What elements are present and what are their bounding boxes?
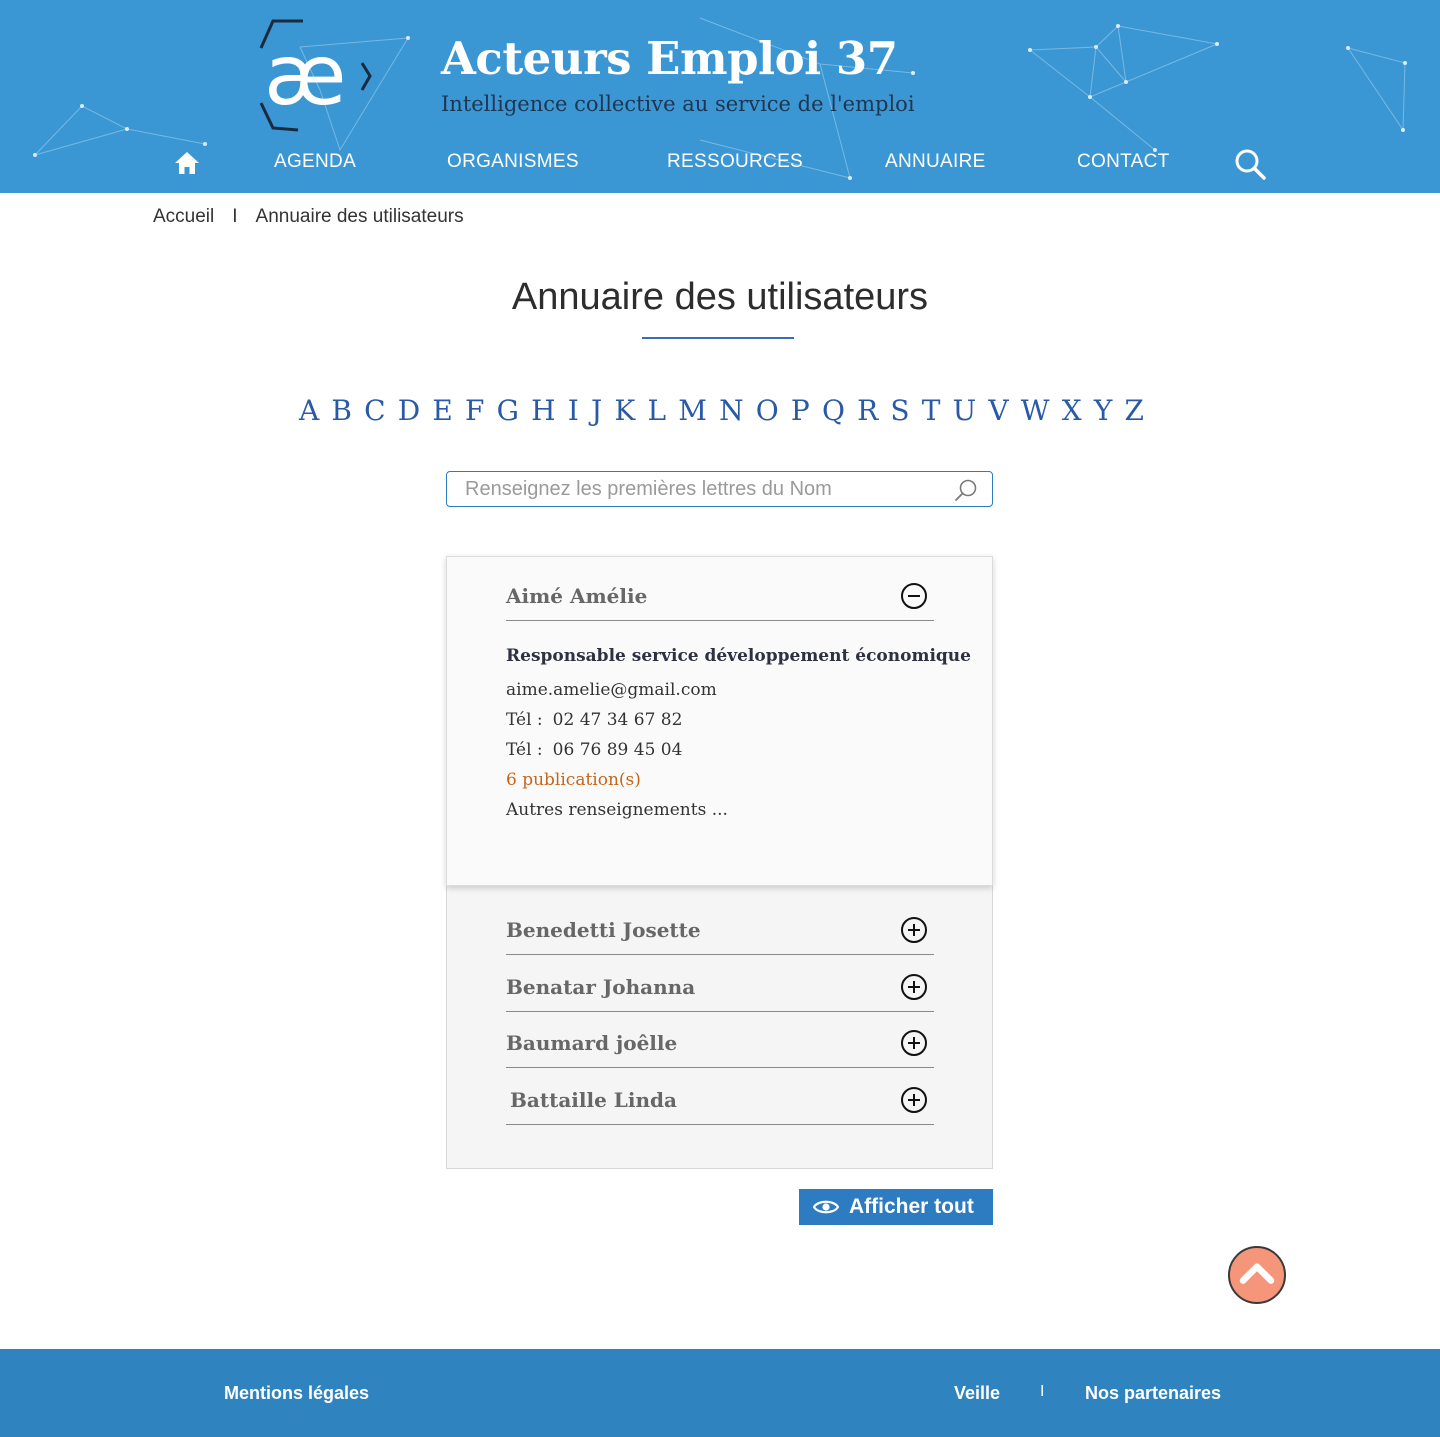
search-icon[interactable] bbox=[1234, 148, 1266, 180]
expand-icon[interactable] bbox=[900, 1086, 928, 1114]
letter-d[interactable]: D bbox=[398, 394, 420, 434]
nav-item-contact[interactable]: CONTACT bbox=[1077, 151, 1170, 173]
site-title[interactable]: Acteurs Emploi 37 bbox=[441, 32, 898, 85]
letter-a[interactable]: A bbox=[299, 394, 319, 434]
letter-i[interactable]: I bbox=[568, 394, 579, 434]
letter-k[interactable]: K bbox=[614, 394, 635, 434]
home-icon[interactable] bbox=[174, 150, 200, 176]
letter-v[interactable]: V bbox=[988, 394, 1008, 434]
row-divider bbox=[506, 1124, 934, 1125]
letter-p[interactable]: P bbox=[791, 394, 810, 434]
nav-item-annuaire[interactable]: ANNUAIRE bbox=[885, 151, 986, 173]
letter-z[interactable]: Z bbox=[1124, 394, 1143, 434]
more-info-link[interactable]: Autres renseignements ... bbox=[506, 800, 728, 820]
letter-b[interactable]: B bbox=[331, 394, 352, 434]
letter-u[interactable]: U bbox=[953, 394, 977, 434]
publications-link[interactable]: 6 publication(s) bbox=[506, 770, 641, 790]
scroll-to-top-button[interactable] bbox=[1228, 1246, 1286, 1304]
footer-partners-link[interactable]: Nos partenaires bbox=[1085, 1383, 1221, 1404]
user-mobile: Tél : 06 76 89 45 04 bbox=[506, 740, 682, 760]
letter-h[interactable]: H bbox=[531, 394, 555, 434]
phone-label: Tél : bbox=[506, 740, 543, 760]
letter-q[interactable]: Q bbox=[822, 394, 845, 434]
breadcrumb-current: Annuaire des utilisateurs bbox=[255, 206, 464, 227]
letter-f[interactable]: F bbox=[465, 394, 484, 434]
phone-label: Tél : bbox=[506, 710, 543, 730]
logo-glyph: æ bbox=[264, 26, 346, 124]
main-nav: AGENDA ORGANISMES RESSOURCES ANNUAIRE CO… bbox=[0, 146, 1440, 182]
search-icon[interactable] bbox=[954, 478, 978, 502]
row-divider bbox=[506, 1067, 934, 1068]
letter-g[interactable]: G bbox=[497, 394, 519, 434]
user-name[interactable]: Benatar Johanna bbox=[506, 975, 695, 999]
user-name[interactable]: Aimé Amélie bbox=[506, 584, 647, 608]
site-footer: Mentions légales Veille I Nos partenaire… bbox=[0, 1349, 1440, 1437]
user-phone: Tél : 02 47 34 67 82 bbox=[506, 710, 682, 730]
letter-s[interactable]: S bbox=[890, 394, 909, 434]
page-title: Annuaire des utilisateurs bbox=[511, 276, 929, 318]
letter-y[interactable]: Y bbox=[1094, 394, 1112, 434]
chevron-up-icon bbox=[1239, 1263, 1275, 1284]
row-divider bbox=[506, 620, 934, 621]
collapse-icon[interactable] bbox=[900, 582, 928, 610]
letter-x[interactable]: X bbox=[1062, 394, 1082, 434]
breadcrumb: Accueil I Annuaire des utilisateurs bbox=[153, 206, 464, 228]
footer-legal-link[interactable]: Mentions légales bbox=[224, 1383, 369, 1404]
user-name[interactable]: Battaille Linda bbox=[510, 1088, 677, 1112]
phone-number[interactable]: 02 47 34 67 82 bbox=[553, 710, 683, 730]
nav-item-ressources[interactable]: RESSOURCES bbox=[667, 151, 803, 173]
expand-icon[interactable] bbox=[900, 973, 928, 1001]
footer-separator: I bbox=[1040, 1383, 1045, 1400]
site-logo[interactable]: æ bbox=[258, 18, 373, 133]
letter-l[interactable]: L bbox=[648, 394, 667, 434]
eye-icon bbox=[813, 1200, 839, 1214]
show-all-button[interactable]: Afficher tout bbox=[799, 1189, 993, 1225]
site-header: æ Acteurs Emploi 37 Intelligence collect… bbox=[0, 0, 1440, 193]
phone-number[interactable]: 06 76 89 45 04 bbox=[553, 740, 683, 760]
letter-n[interactable]: N bbox=[719, 394, 744, 434]
nav-item-organismes[interactable]: ORGANISMES bbox=[447, 151, 579, 173]
user-email[interactable]: aime.amelie@gmail.com bbox=[506, 680, 717, 700]
row-divider bbox=[506, 1011, 934, 1012]
letter-r[interactable]: R bbox=[857, 394, 878, 434]
title-underline bbox=[642, 337, 794, 339]
letter-m[interactable]: M bbox=[678, 394, 707, 434]
letter-t[interactable]: T bbox=[922, 394, 941, 434]
letter-o[interactable]: O bbox=[756, 394, 779, 434]
expand-icon[interactable] bbox=[900, 916, 928, 944]
row-divider bbox=[506, 954, 934, 955]
letter-w[interactable]: W bbox=[1021, 394, 1050, 434]
alphabet-filter: A B C D E F G H I J K L M N O P Q R S T … bbox=[299, 394, 1144, 434]
expand-icon[interactable] bbox=[900, 1029, 928, 1057]
site-tagline: Intelligence collective au service de l'… bbox=[441, 92, 915, 116]
user-role: Responsable service développement économ… bbox=[506, 646, 971, 666]
breadcrumb-home[interactable]: Accueil bbox=[153, 206, 214, 227]
letter-e[interactable]: E bbox=[432, 394, 452, 434]
letter-c[interactable]: C bbox=[364, 394, 385, 434]
breadcrumb-separator: I bbox=[232, 206, 238, 227]
nav-item-agenda[interactable]: AGENDA bbox=[274, 151, 356, 173]
show-all-label: Afficher tout bbox=[849, 1195, 974, 1218]
name-search-box bbox=[446, 471, 993, 507]
letter-j[interactable]: J bbox=[591, 394, 602, 434]
name-search-input[interactable] bbox=[465, 475, 945, 503]
footer-watch-link[interactable]: Veille bbox=[954, 1383, 1000, 1404]
user-name[interactable]: Baumard joêlle bbox=[506, 1031, 677, 1055]
user-name[interactable]: Benedetti Josette bbox=[506, 918, 701, 942]
